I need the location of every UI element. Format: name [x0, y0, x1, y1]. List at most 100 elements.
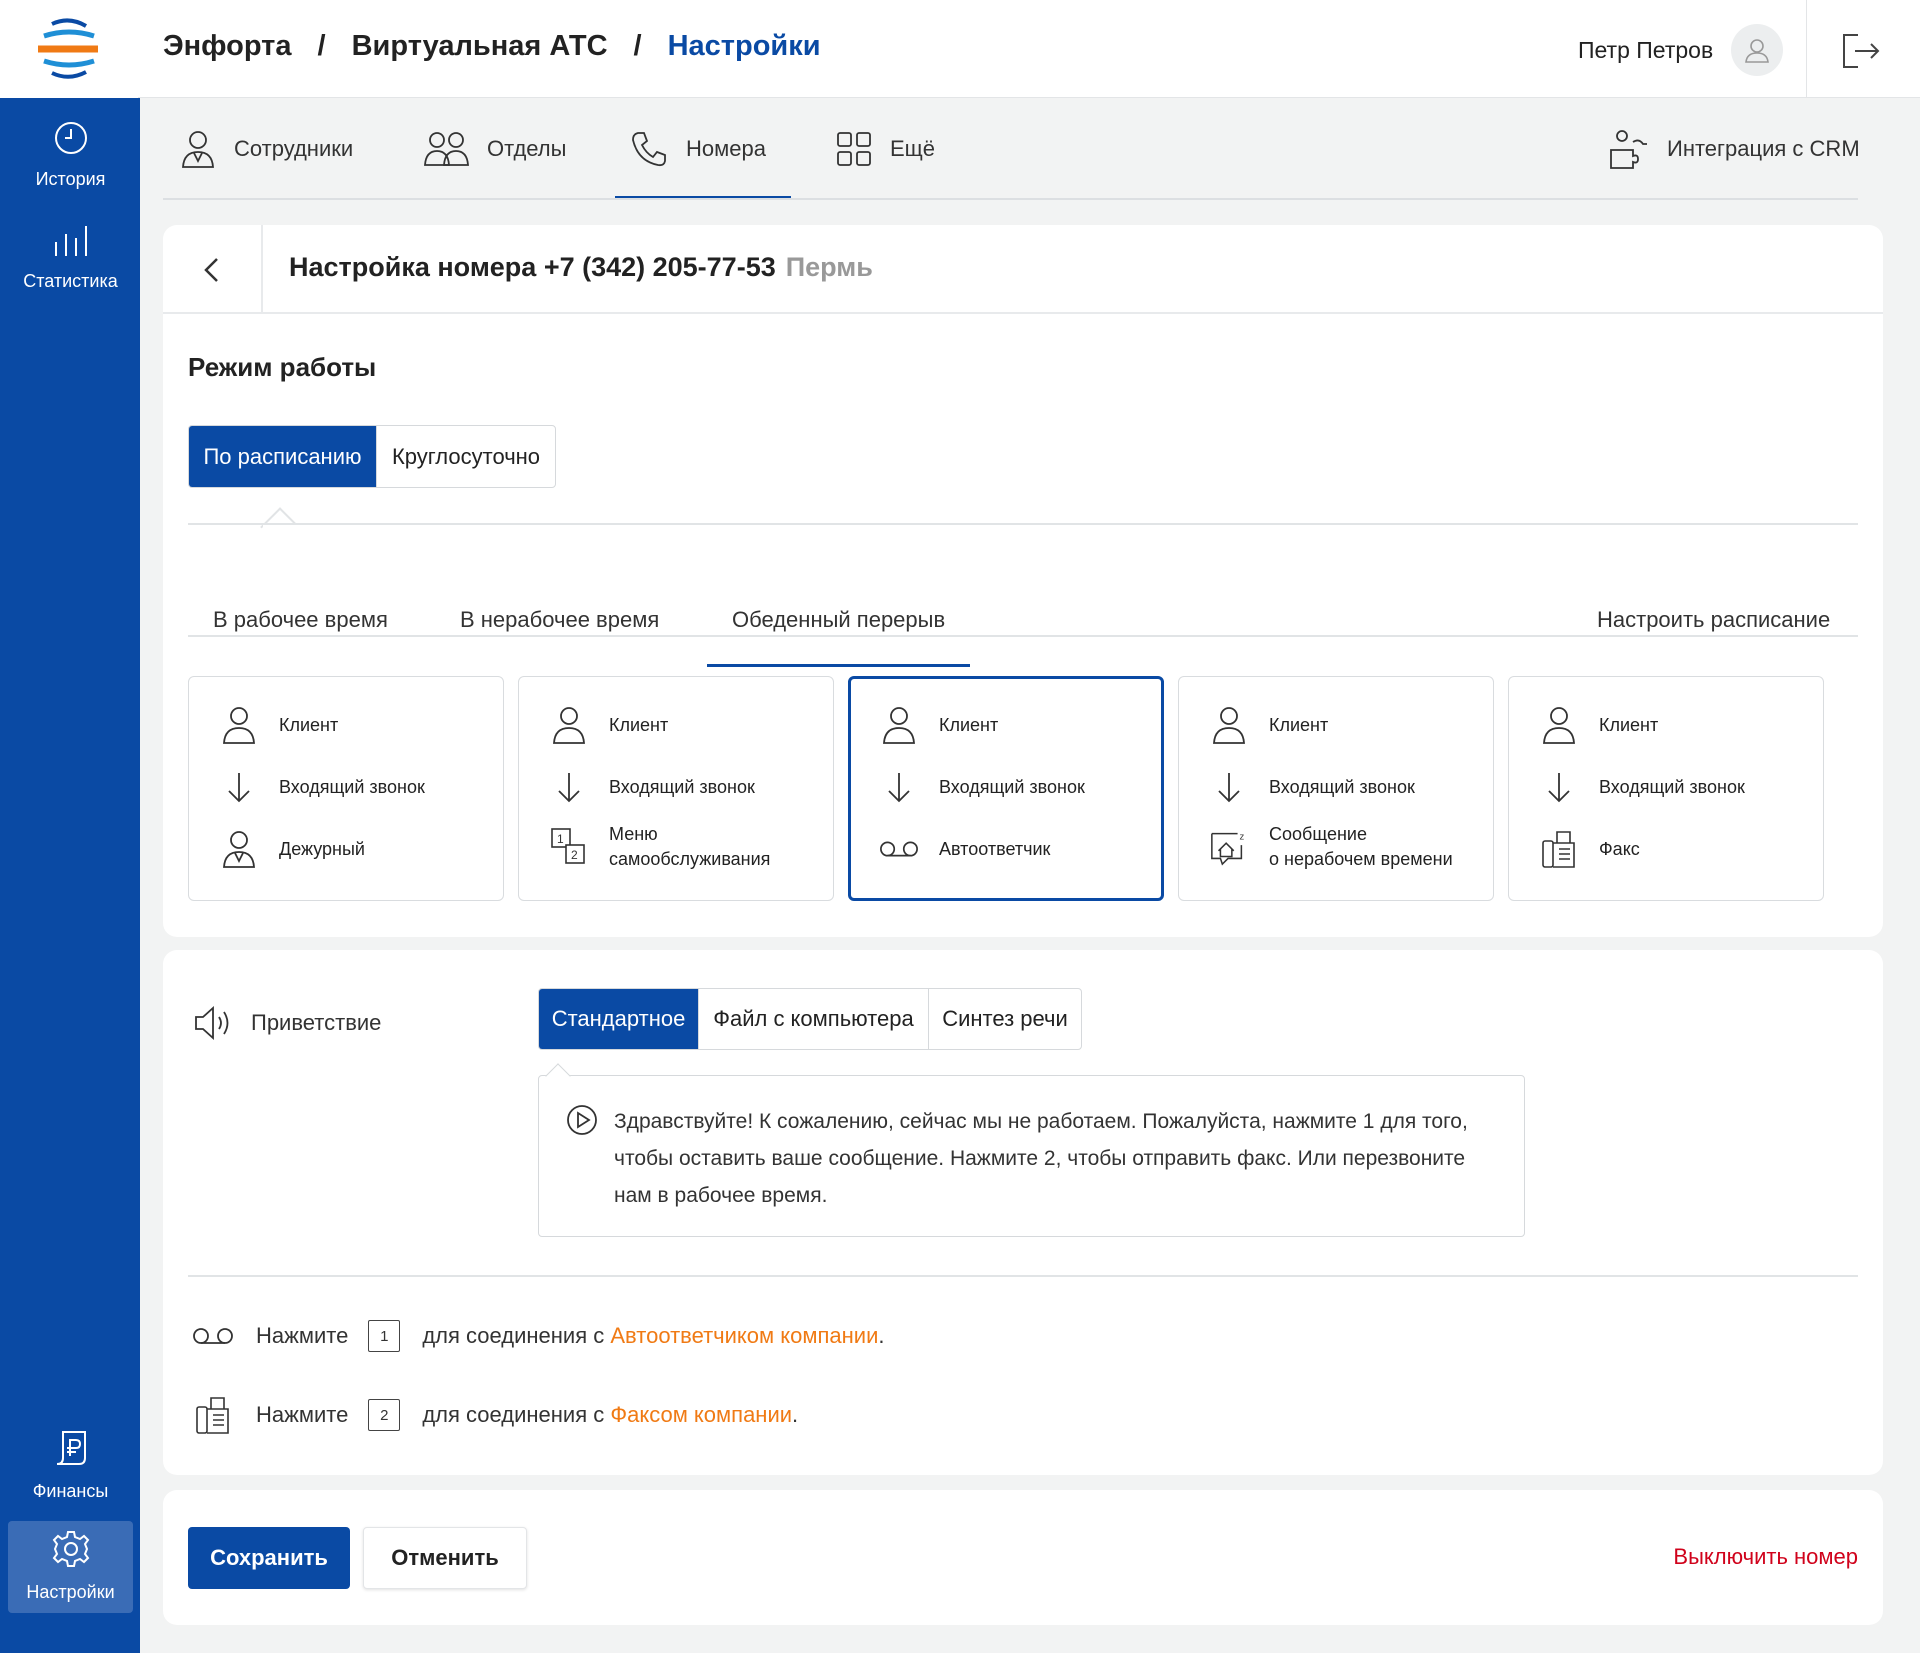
- sidebar-item-finance[interactable]: Финансы: [8, 1428, 133, 1502]
- press-prefix: Нажмите: [256, 1402, 349, 1427]
- flow-label: Входящий звонок: [279, 776, 425, 797]
- voicemail-icon: [193, 1328, 233, 1344]
- save-button[interactable]: Сохранить: [188, 1527, 350, 1589]
- client-icon: [223, 707, 255, 744]
- greeting-tts[interactable]: Синтез речи: [929, 989, 1081, 1049]
- tab-numbers[interactable]: Номера: [615, 98, 791, 199]
- flow-label: Клиент: [1599, 714, 1659, 735]
- notch: [545, 1063, 571, 1089]
- employee-icon: [182, 130, 214, 168]
- greeting-text-box: Здравствуйте! К сожалению, сейчас мы не …: [538, 1063, 1525, 1237]
- svg-text:1: 1: [557, 832, 564, 846]
- breadcrumb-settings: Настройки: [667, 30, 821, 62]
- fax-icon: [196, 1397, 229, 1434]
- flow-label: Дежурный: [279, 838, 365, 859]
- fax-link[interactable]: Факсом компании: [610, 1402, 792, 1428]
- grid-icon: [837, 131, 871, 166]
- flow-option-nonwork-message[interactable]: Клиент Входящий звонок z Сообщение о нераб…: [1178, 676, 1494, 901]
- greeting-label: Приветствие: [193, 1003, 381, 1043]
- press-suffix: .: [878, 1323, 885, 1348]
- press-text: для соединения с: [422, 1323, 605, 1348]
- flow-option-answering-machine[interactable]: Клиент Входящий звонок Автоответчик: [848, 676, 1164, 901]
- breadcrumb-separator: /: [317, 30, 326, 62]
- back-button[interactable]: [163, 225, 263, 314]
- svg-text:2: 2: [571, 848, 578, 862]
- mode-title: Режим работы: [188, 352, 377, 382]
- flow-label: Факс: [1599, 838, 1640, 859]
- cancel-button[interactable]: Отменить: [363, 1527, 527, 1589]
- flow-label: Автоответчик: [939, 838, 1051, 859]
- section-tabs: Сотрудники Отделы Номера Ещё Интеграция …: [140, 98, 1920, 199]
- sidebar-item-settings[interactable]: Настройки: [8, 1521, 133, 1613]
- tab-label: Отделы: [487, 135, 567, 161]
- voicemail-icon: [880, 841, 918, 857]
- press-row-2: Нажмите 2 для соединения с Факсом компан…: [188, 1395, 798, 1435]
- tab-employees[interactable]: Сотрудники: [180, 98, 353, 199]
- mode-around-clock[interactable]: Круглосуточно: [377, 426, 555, 487]
- speaker-icon: [195, 1005, 229, 1041]
- tab-non-work-time[interactable]: В нерабочее время: [460, 573, 659, 667]
- enforta-logo-icon: [38, 18, 98, 79]
- divider: [188, 635, 1858, 637]
- sidebar-item-statistics[interactable]: Статистика: [8, 222, 133, 292]
- greeting-file[interactable]: Файл с компьютера: [699, 989, 929, 1049]
- flow-label: Клиент: [939, 714, 999, 735]
- mode-toggle: По расписанию Круглосуточно: [188, 425, 556, 488]
- number-settings-card: Настройка номера +7 (342) 205-77-53 Пермь…: [163, 225, 1883, 937]
- press-suffix: .: [792, 1402, 799, 1427]
- number-title: Настройка номера +7 (342) 205-77-53: [289, 252, 776, 282]
- breadcrumb: Энфорта / Виртуальная АТС / Настройки: [163, 30, 821, 63]
- press-prefix: Нажмите: [256, 1323, 349, 1348]
- tab-label: Номера: [686, 135, 766, 161]
- card-header: Настройка номера +7 (342) 205-77-53 Пермь: [163, 225, 1883, 314]
- breadcrumb-vats[interactable]: Виртуальная АТС: [352, 30, 608, 63]
- logout-button[interactable]: [1838, 29, 1882, 73]
- arrow-down-icon: [228, 773, 250, 803]
- flow-option-duty[interactable]: Клиент Входящий звонок Дежурный: [188, 676, 504, 901]
- divider: [188, 1275, 1858, 1277]
- user-icon: [1745, 39, 1769, 63]
- flow-label: самообслуживания: [609, 849, 771, 869]
- sidebar-item-history[interactable]: История: [8, 120, 133, 190]
- tab-work-time[interactable]: В рабочее время: [213, 573, 388, 667]
- notch-mask: [263, 525, 305, 535]
- key-1: 1: [368, 1320, 401, 1352]
- divider: [1806, 0, 1807, 98]
- breadcrumb-enforta[interactable]: Энфорта: [163, 30, 292, 63]
- mode-by-schedule[interactable]: По расписанию: [189, 426, 377, 487]
- play-icon[interactable]: [566, 1104, 598, 1136]
- flow-label: Клиент: [609, 714, 669, 735]
- logo[interactable]: [0, 0, 138, 98]
- greeting-standard[interactable]: Стандартное: [539, 989, 699, 1049]
- tab-more[interactable]: Ещё: [836, 98, 935, 199]
- arrow-down-icon: [1548, 773, 1570, 803]
- greeting-card: Приветствие Стандартное Файл с компьютер…: [163, 950, 1883, 1475]
- closed-message-icon: z: [1211, 831, 1244, 866]
- flow-option-fax[interactable]: Клиент Входящий звонок Факс: [1508, 676, 1824, 901]
- configure-schedule-link[interactable]: Настроить расписание: [1597, 573, 1830, 667]
- divider: [163, 198, 1858, 200]
- flow-label: Входящий звонок: [1599, 776, 1745, 797]
- flow-label: Меню: [609, 824, 658, 844]
- client-icon: [553, 707, 585, 744]
- city-label: Пермь: [785, 252, 873, 282]
- flow-label: Входящий звонок: [1269, 776, 1415, 797]
- crm-integration-link[interactable]: Интеграция с CRM: [1607, 98, 1860, 199]
- key-2: 2: [368, 1399, 401, 1431]
- top-header: Энфорта / Виртуальная АТС / Настройки Пе…: [0, 0, 1920, 98]
- menu-keys-icon: 12: [551, 828, 585, 864]
- user-name[interactable]: Петр Петров: [1578, 37, 1713, 64]
- client-icon: [1543, 707, 1575, 744]
- departments-icon: [424, 131, 469, 166]
- flow-label: Сообщение: [1269, 824, 1367, 844]
- flow-label: Клиент: [279, 714, 339, 735]
- tab-lunch-break[interactable]: Обеденный перерыв: [706, 573, 971, 667]
- disable-number-button[interactable]: Выключить номер: [1673, 1544, 1858, 1570]
- tab-departments[interactable]: Отделы: [423, 98, 566, 199]
- greeting-source-toggle: Стандартное Файл с компьютера Синтез реч…: [538, 988, 1082, 1050]
- tab-label: Сотрудники: [234, 135, 354, 161]
- flow-option-ivr[interactable]: Клиент Входящий звонок 1 2 Меню самообслужи…: [518, 676, 834, 901]
- avatar[interactable]: [1731, 24, 1783, 76]
- client-icon: [1213, 707, 1245, 744]
- answering-machine-link[interactable]: Автоответчиком компании: [610, 1323, 878, 1349]
